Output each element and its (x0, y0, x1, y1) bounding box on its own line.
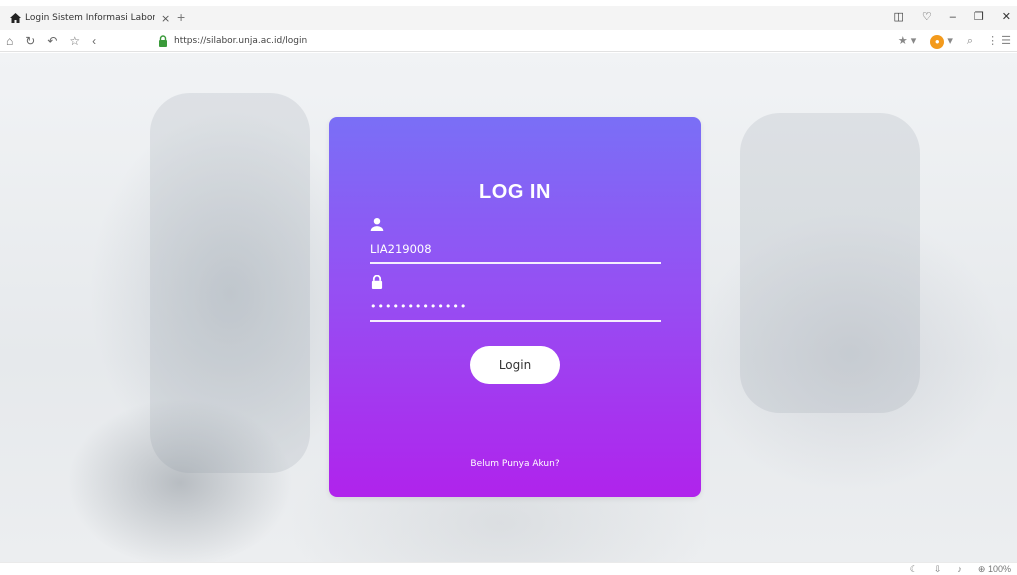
background-microscope-left (150, 93, 310, 473)
new-tab-button[interactable]: + (177, 8, 185, 26)
back-icon[interactable]: ‹ (92, 32, 96, 50)
status-tools: ☾ ⇩ ♪ ⊕ 100% (910, 563, 1011, 575)
user-icon (370, 217, 384, 231)
download-icon[interactable]: ⇩ (934, 563, 942, 575)
login-button[interactable]: Login (470, 346, 560, 384)
zoom-value: 100% (987, 564, 1011, 574)
lock-icon (159, 35, 167, 47)
background-microscope-right (740, 113, 920, 413)
reload-icon[interactable]: ↻ (25, 32, 35, 50)
sound-icon[interactable]: ♪ (957, 563, 962, 575)
tab-bar: Login Sistem Informasi Labor × + ◫ ♡ ‒ ❐… (0, 6, 1017, 30)
username-field-group: LIA219008 (370, 217, 661, 264)
password-underline (370, 320, 661, 322)
menu-icon[interactable]: ⋮ ☰ (987, 32, 1011, 50)
password-input[interactable]: ••••••••••••• (370, 300, 661, 318)
close-window-icon[interactable]: ✕ (1002, 8, 1011, 26)
login-title: LOG IN (479, 181, 551, 203)
extension-icon[interactable]: ● ▾ (930, 32, 953, 50)
window-controls: ◫ ♡ ‒ ❐ ✕ (894, 8, 1012, 26)
nav-buttons: ⌂ ↻ ↶ ☆ ‹ (6, 32, 96, 50)
url-field[interactable]: https://silabor.unja.ac.id/login (158, 33, 307, 49)
username-input[interactable]: LIA219008 (370, 242, 661, 260)
tab-title: Login Sistem Informasi Labor (25, 13, 155, 23)
favorite-icon[interactable]: ☆ (69, 32, 80, 50)
status-bar: ☾ ⇩ ♪ ⊕ 100% (0, 562, 1017, 575)
shield-icon[interactable]: ♡ (922, 8, 932, 26)
home-favicon-icon (10, 13, 21, 23)
undo-icon[interactable]: ↶ (47, 32, 57, 50)
login-card: LOG IN LIA219008 ••••••••••••• Login Bel… (329, 117, 701, 497)
minimize-icon[interactable]: ‒ (950, 8, 956, 26)
signup-link[interactable]: Belum Punya Akun? (329, 459, 701, 469)
bookmark-star-icon[interactable]: ★ ▾ (898, 32, 916, 50)
tab-close-icon[interactable]: × (161, 12, 170, 25)
search-icon[interactable]: ⌕ (967, 32, 973, 50)
zoom-level[interactable]: ⊕ 100% (978, 563, 1011, 575)
restore-icon[interactable]: ❐ (974, 8, 984, 26)
toolbar-right: ★ ▾ ● ▾ ⌕ ⋮ ☰ (898, 32, 1011, 50)
page-viewport: LOG IN LIA219008 ••••••••••••• Login Bel… (0, 53, 1017, 562)
username-underline (370, 262, 661, 264)
home-icon[interactable]: ⌂ (6, 32, 13, 50)
browser-tab[interactable]: Login Sistem Informasi Labor × (10, 8, 170, 28)
address-bar: ⌂ ↻ ↶ ☆ ‹ https://silabor.unja.ac.id/log… (0, 30, 1017, 52)
url-text: https://silabor.unja.ac.id/login (174, 36, 308, 46)
reader-icon[interactable]: ◫ (894, 8, 904, 26)
password-field-group: ••••••••••••• (370, 274, 661, 322)
lock-icon (371, 274, 383, 289)
night-mode-icon[interactable]: ☾ (910, 563, 918, 575)
